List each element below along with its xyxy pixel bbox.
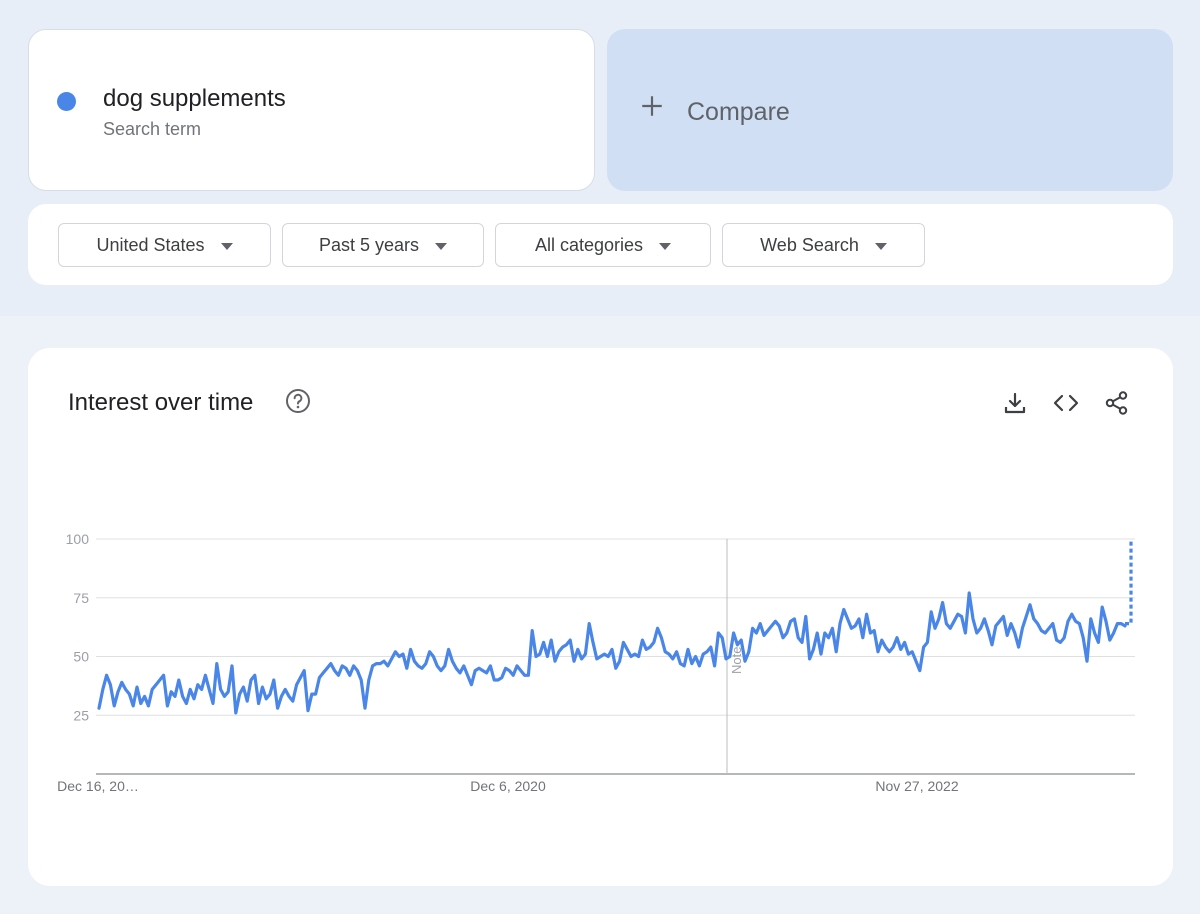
compare-button[interactable]: Compare bbox=[607, 29, 1173, 191]
caret-down-icon bbox=[220, 242, 233, 250]
series-color-dot bbox=[57, 92, 76, 111]
caret-down-icon bbox=[659, 242, 672, 250]
search-term-card[interactable]: dog supplements Search term bbox=[28, 29, 595, 191]
plus-icon bbox=[642, 96, 662, 116]
y-tick-label: 25 bbox=[73, 707, 89, 723]
caret-down-icon bbox=[435, 242, 448, 250]
filter-region-label: United States bbox=[96, 234, 205, 255]
filter-time-range-label: Past 5 years bbox=[318, 234, 420, 255]
caret-down-icon bbox=[874, 242, 887, 250]
filter-category[interactable]: All categories bbox=[495, 223, 711, 267]
filter-search-type[interactable]: Web Search bbox=[722, 223, 925, 267]
interest-line-chart: 100755025NoteDec 16, 20… Dec 6, 2020 Nov 2… bbox=[57, 531, 1135, 794]
interest-over-time-panel: Interest over time 100 75 50 25 Note Dec 16, … bbox=[28, 348, 1173, 886]
filter-region[interactable]: United States bbox=[58, 223, 271, 267]
y-tick-label: 75 bbox=[73, 590, 89, 606]
x-tick-label: Dec 16, 20… bbox=[57, 778, 139, 794]
partial-data-line bbox=[1125, 539, 1133, 626]
filter-bar: United States Past 5 years All categorie… bbox=[28, 204, 1173, 285]
compare-label: Compare bbox=[687, 98, 790, 126]
y-tick-label: 50 bbox=[73, 649, 89, 665]
filter-search-type-label: Web Search bbox=[760, 234, 859, 255]
x-tick-label: Nov 27, 2022 bbox=[875, 778, 958, 794]
filter-category-label: All categories bbox=[534, 234, 644, 255]
x-tick-label: Dec 6, 2020 bbox=[470, 778, 546, 794]
y-tick-label: 100 bbox=[66, 531, 90, 547]
filter-time-range[interactable]: Past 5 years bbox=[282, 223, 484, 267]
search-term-name[interactable]: dog supplements bbox=[103, 85, 286, 113]
series-line bbox=[97, 591, 1127, 715]
search-term-subtitle: Search term bbox=[103, 119, 202, 139]
